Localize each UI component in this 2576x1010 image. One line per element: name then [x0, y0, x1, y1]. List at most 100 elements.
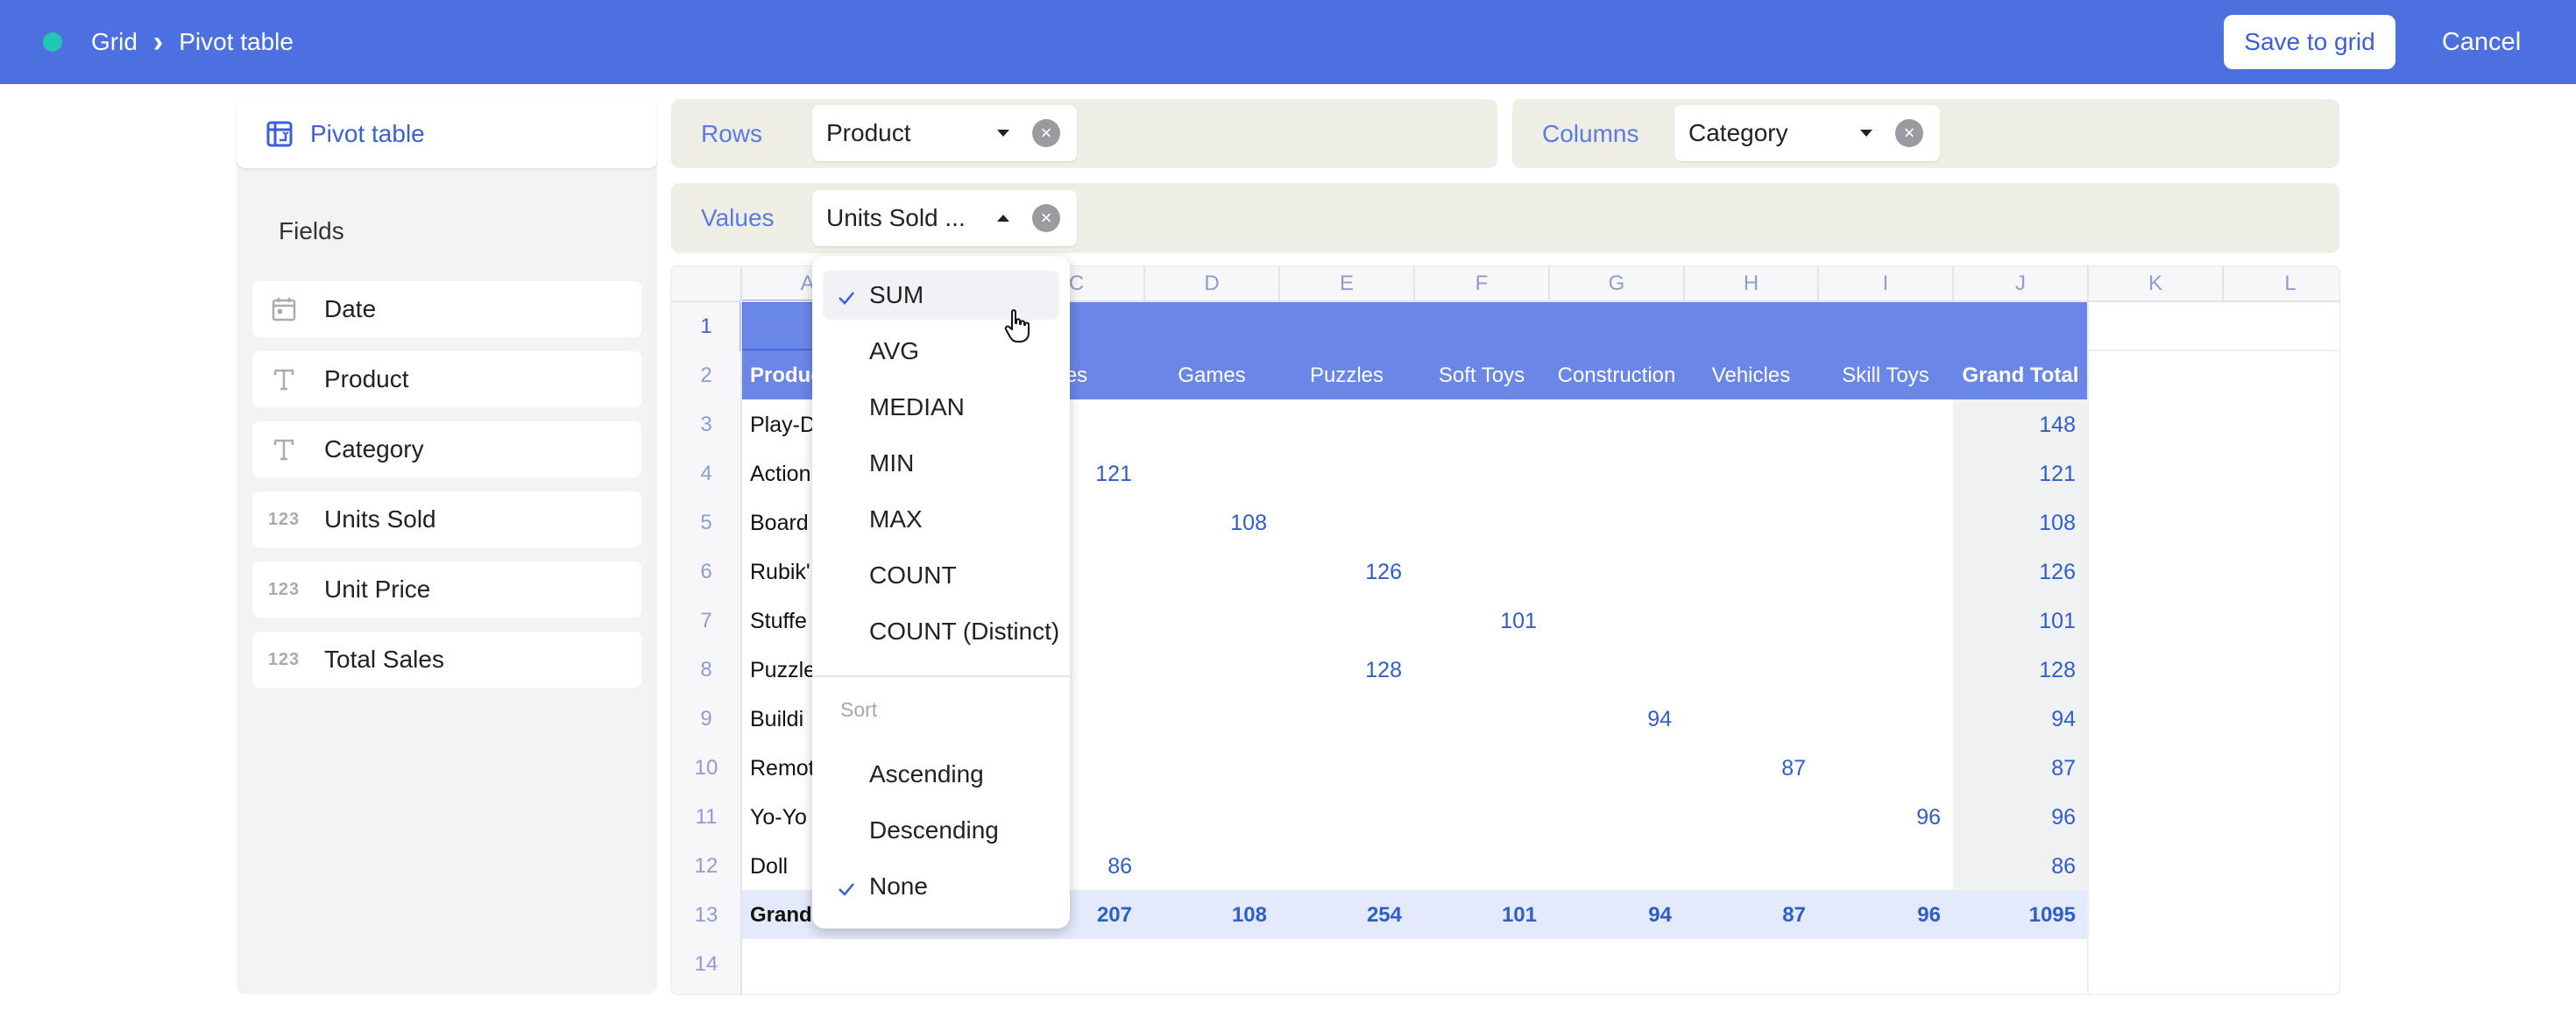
value-cell[interactable]: 101	[2039, 609, 2076, 633]
total-value-cell[interactable]: 87	[1782, 903, 1806, 927]
row-label-cell[interactable]: Puzzle	[750, 658, 816, 682]
caret-up-icon[interactable]	[997, 215, 1009, 222]
value-cell[interactable]: 121	[2039, 462, 2076, 486]
row-label-cell[interactable]: Action	[750, 462, 810, 486]
column-letter[interactable]: E	[1340, 272, 1354, 295]
caret-down-icon[interactable]	[1860, 130, 1872, 137]
columns-field-chip[interactable]: Category ×	[1674, 105, 1940, 161]
total-value-cell[interactable]: 207	[1097, 903, 1132, 927]
pivot-header-cell[interactable]: Grand Total	[1963, 364, 2079, 387]
column-letter[interactable]: F	[1476, 272, 1489, 295]
column-letter[interactable]: C	[1069, 272, 1084, 295]
pivot-header-cell[interactable]: Construction	[1558, 364, 1676, 387]
value-cell[interactable]: 87	[2051, 756, 2076, 780]
total-value-cell[interactable]: 108	[1232, 903, 1267, 927]
menu-item-count[interactable]: COUNT	[812, 551, 1070, 600]
row-number[interactable]: 13	[695, 903, 718, 927]
tab-pivot-table[interactable]: Pivot table	[237, 99, 657, 168]
column-letter[interactable]: H	[1744, 272, 1759, 295]
total-value-cell[interactable]: 96	[1917, 903, 1941, 927]
values-drop-zone[interactable]: Values Units Sold ... ×	[671, 183, 2339, 253]
breadcrumb-current: Pivot table	[179, 28, 294, 55]
field-item-product[interactable]: Product	[252, 351, 641, 407]
total-value-cell[interactable]: 1095	[2029, 903, 2076, 927]
total-label-cell[interactable]: Grand	[750, 903, 812, 927]
menu-item-max[interactable]: MAX	[812, 495, 1070, 544]
sort-item-descending[interactable]: Descending	[812, 806, 1070, 855]
row-number[interactable]: 1	[700, 314, 711, 338]
column-letter[interactable]: G	[1609, 272, 1625, 295]
value-cell[interactable]: 108	[2039, 511, 2076, 535]
column-letter[interactable]: J	[2015, 272, 2026, 295]
total-value-cell[interactable]: 94	[1648, 903, 1672, 927]
value-cell[interactable]: 126	[1365, 560, 1402, 584]
values-field-chip[interactable]: Units Sold ... ×	[812, 190, 1077, 246]
value-cell[interactable]: 87	[1781, 756, 1806, 780]
columns-drop-zone[interactable]: Columns Category ×	[1512, 99, 2339, 168]
pivot-header-cell[interactable]: Vehicles	[1712, 364, 1790, 387]
pivot-header-cell[interactable]: Puzzles	[1310, 364, 1384, 387]
remove-rows-field-icon[interactable]: ×	[1032, 119, 1060, 147]
total-value-cell[interactable]: 254	[1367, 903, 1403, 927]
value-cell[interactable]: 128	[1365, 658, 1402, 682]
column-letter[interactable]: L	[2284, 272, 2296, 295]
value-cell[interactable]: 108	[1230, 511, 1267, 535]
pivot-header-cell[interactable]: Soft Toys	[1439, 364, 1525, 387]
total-value-cell[interactable]: 101	[1502, 903, 1537, 927]
row-number[interactable]: 4	[700, 462, 711, 485]
pivot-header-cell[interactable]: Games	[1178, 364, 1245, 387]
row-label-cell[interactable]: Stuffe	[750, 609, 807, 633]
remove-values-field-icon[interactable]: ×	[1032, 204, 1060, 232]
menu-item-count-distinct[interactable]: COUNT (Distinct)	[812, 607, 1070, 656]
save-to-grid-button[interactable]: Save to grid	[2224, 15, 2396, 69]
value-cell[interactable]: 86	[1108, 854, 1132, 879]
sort-item-ascending[interactable]: Ascending	[812, 750, 1070, 799]
menu-item-min[interactable]: MIN	[812, 439, 1070, 488]
row-label-cell[interactable]: Doll	[750, 854, 788, 879]
row-number[interactable]: 2	[700, 364, 711, 387]
caret-down-icon[interactable]	[997, 130, 1009, 137]
column-letter[interactable]: D	[1204, 272, 1219, 295]
cancel-button[interactable]: Cancel	[2427, 15, 2536, 69]
column-letter[interactable]: K	[2148, 272, 2162, 295]
value-cell[interactable]: 94	[1647, 707, 1672, 731]
row-label-cell[interactable]: Buildi	[750, 707, 803, 731]
row-number[interactable]: 11	[696, 805, 718, 829]
value-cell[interactable]: 121	[1095, 462, 1132, 486]
remove-columns-field-icon[interactable]: ×	[1895, 119, 1923, 147]
row-label-cell[interactable]: Rubik'	[750, 560, 810, 584]
row-number[interactable]: 5	[700, 511, 711, 534]
row-number[interactable]: 7	[700, 609, 711, 632]
row-number[interactable]: 6	[700, 560, 711, 583]
menu-item-median[interactable]: MEDIAN	[812, 383, 1070, 432]
value-cell[interactable]: 86	[2051, 854, 2076, 879]
field-item-unit-price[interactable]: 123 Unit Price	[252, 562, 641, 618]
value-cell[interactable]: 96	[2051, 805, 2076, 830]
value-cell[interactable]: 148	[2039, 413, 2076, 437]
row-label-cell[interactable]: Remot	[750, 756, 815, 780]
field-item-units-sold[interactable]: 123 Units Sold	[252, 491, 641, 547]
row-number[interactable]: 10	[695, 756, 718, 780]
row-number[interactable]: 14	[695, 952, 718, 976]
value-cell[interactable]: 126	[2039, 560, 2076, 584]
value-cell[interactable]: 96	[1916, 805, 1941, 830]
row-number[interactable]: 8	[700, 658, 711, 682]
breadcrumb-root-link[interactable]: Grid	[91, 28, 138, 56]
sort-item-none[interactable]: None	[812, 862, 1070, 911]
value-cell[interactable]: 101	[1500, 609, 1537, 633]
row-number[interactable]: 12	[695, 854, 718, 878]
row-label-cell[interactable]: Play-D	[750, 413, 816, 437]
field-item-total-sales[interactable]: 123 Total Sales	[252, 632, 641, 688]
row-label-cell[interactable]: Board	[750, 511, 809, 535]
row-number[interactable]: 3	[700, 413, 711, 436]
value-cell[interactable]: 94	[2051, 707, 2076, 731]
row-number[interactable]: 9	[700, 707, 711, 731]
field-item-date[interactable]: Date	[252, 281, 641, 337]
column-letter[interactable]: I	[1883, 272, 1889, 295]
rows-field-chip[interactable]: Product ×	[812, 105, 1077, 161]
field-item-category[interactable]: Category	[252, 421, 641, 477]
rows-drop-zone[interactable]: Rows Product ×	[671, 99, 1497, 168]
value-cell[interactable]: 128	[2039, 658, 2076, 682]
pivot-header-cell[interactable]: Skill Toys	[1842, 364, 1929, 387]
row-label-cell[interactable]: Yo-Yo	[750, 805, 807, 830]
